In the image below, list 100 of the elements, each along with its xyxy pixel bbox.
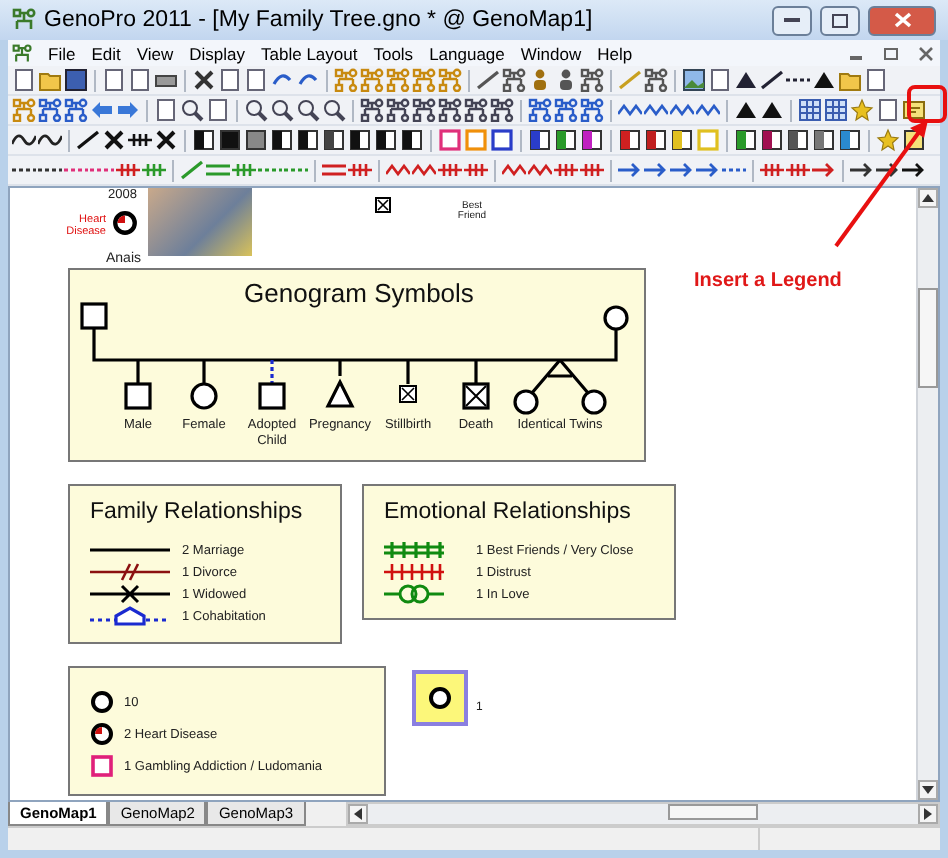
scroll-up-button[interactable] bbox=[918, 188, 938, 208]
tree-icon[interactable] bbox=[464, 98, 488, 122]
scrollbar-thumb[interactable] bbox=[918, 288, 938, 388]
tree-icon[interactable] bbox=[386, 98, 410, 122]
zigzag-line-icon[interactable] bbox=[618, 98, 642, 122]
left-arrow-icon[interactable] bbox=[90, 98, 114, 122]
horizontal-scroll-thumb[interactable] bbox=[668, 804, 758, 820]
picture-icon[interactable] bbox=[682, 68, 706, 92]
square-icon[interactable] bbox=[490, 128, 514, 152]
tree-icon[interactable] bbox=[580, 68, 604, 92]
half-filled-square-icon[interactable] bbox=[838, 128, 862, 152]
tree-icon[interactable] bbox=[580, 98, 604, 122]
tree-icon[interactable] bbox=[644, 68, 668, 92]
square-icon[interactable] bbox=[438, 128, 462, 152]
menu-item[interactable]: Display bbox=[189, 43, 246, 63]
line-icon[interactable] bbox=[76, 128, 100, 152]
page-icon[interactable] bbox=[244, 68, 268, 92]
zigzag-line-icon[interactable] bbox=[696, 98, 720, 122]
arrow-line-icon[interactable] bbox=[850, 158, 874, 182]
tree-icon[interactable] bbox=[528, 98, 552, 122]
search-icon[interactable] bbox=[270, 98, 294, 122]
page-icon[interactable] bbox=[206, 98, 230, 122]
triangle-icon[interactable] bbox=[734, 98, 758, 122]
triangle-icon[interactable] bbox=[812, 68, 836, 92]
scroll-down-button[interactable] bbox=[918, 780, 938, 800]
tree-icon[interactable] bbox=[64, 98, 88, 122]
maximize-button[interactable] bbox=[820, 5, 860, 35]
half-filled-square-icon[interactable] bbox=[812, 128, 836, 152]
half-filled-square-icon[interactable] bbox=[192, 128, 216, 152]
half-filled-square-icon[interactable] bbox=[322, 128, 346, 152]
grid-icon[interactable] bbox=[824, 98, 848, 122]
half-filled-square-icon[interactable] bbox=[528, 128, 552, 152]
cross-icon[interactable] bbox=[102, 128, 126, 152]
half-filled-square-icon[interactable] bbox=[734, 128, 758, 152]
grid-icon[interactable] bbox=[798, 98, 822, 122]
arrow-line-icon[interactable] bbox=[902, 158, 926, 182]
person-icon[interactable] bbox=[554, 68, 578, 92]
half-filled-square-icon[interactable] bbox=[270, 128, 294, 152]
menu-item[interactable]: Table Layout bbox=[261, 43, 358, 63]
scroll-left-button[interactable] bbox=[347, 804, 368, 824]
tree-icon[interactable] bbox=[38, 98, 62, 122]
half-filled-square-icon[interactable] bbox=[670, 128, 694, 152]
star-icon[interactable] bbox=[850, 98, 874, 122]
menu-item[interactable]: Edit bbox=[91, 43, 121, 63]
search-icon[interactable] bbox=[244, 98, 268, 122]
hatched-line-icon[interactable] bbox=[128, 128, 152, 152]
close-icon[interactable] bbox=[918, 45, 936, 61]
page-icon[interactable] bbox=[128, 68, 152, 92]
filled-square-icon[interactable] bbox=[218, 128, 242, 152]
search-icon[interactable] bbox=[296, 98, 320, 122]
tree-icon[interactable] bbox=[490, 98, 514, 122]
wave-line-icon[interactable] bbox=[38, 128, 62, 152]
menu-item[interactable]: File bbox=[48, 43, 76, 63]
half-filled-square-icon[interactable] bbox=[374, 128, 398, 152]
menu-item[interactable]: Language bbox=[429, 43, 505, 63]
zigzag-line-icon[interactable] bbox=[528, 158, 552, 182]
page-icon[interactable] bbox=[218, 68, 242, 92]
page-icon[interactable] bbox=[708, 68, 732, 92]
page-icon[interactable] bbox=[102, 68, 126, 92]
page-icon[interactable] bbox=[12, 68, 36, 92]
half-filled-square-icon[interactable] bbox=[554, 128, 578, 152]
half-filled-square-icon[interactable] bbox=[760, 128, 784, 152]
half-filled-square-icon[interactable] bbox=[400, 128, 424, 152]
page-icon[interactable] bbox=[154, 98, 178, 122]
search-icon[interactable] bbox=[180, 98, 204, 122]
zigzag-line-icon[interactable] bbox=[670, 98, 694, 122]
menu-item[interactable]: Window bbox=[520, 43, 582, 63]
zigzag-line-icon[interactable] bbox=[502, 158, 526, 182]
half-filled-square-icon[interactable] bbox=[644, 128, 668, 152]
menu-item[interactable]: Help bbox=[597, 43, 633, 63]
restore-icon[interactable] bbox=[884, 45, 902, 61]
zigzag-line-icon[interactable] bbox=[412, 158, 436, 182]
page-icon[interactable] bbox=[876, 98, 900, 122]
tree-icon[interactable] bbox=[438, 98, 462, 122]
wave-line-icon[interactable] bbox=[12, 128, 36, 152]
triangle-icon[interactable] bbox=[760, 98, 784, 122]
zigzag-line-icon[interactable] bbox=[644, 98, 668, 122]
half-filled-square-icon[interactable] bbox=[618, 128, 642, 152]
zigzag-line-icon[interactable] bbox=[386, 158, 410, 182]
triangle-icon[interactable] bbox=[734, 68, 758, 92]
cross-icon[interactable] bbox=[192, 68, 216, 92]
close-button[interactable] bbox=[868, 5, 936, 35]
half-filled-square-icon[interactable] bbox=[580, 128, 604, 152]
tree-icon[interactable] bbox=[502, 68, 526, 92]
right-arrow-icon[interactable] bbox=[116, 98, 140, 122]
half-filled-square-icon[interactable] bbox=[786, 128, 810, 152]
search-icon[interactable] bbox=[322, 98, 346, 122]
star-icon[interactable] bbox=[876, 128, 900, 152]
filled-square-icon[interactable] bbox=[244, 128, 268, 152]
line-icon[interactable] bbox=[476, 68, 500, 92]
tree-icon[interactable] bbox=[554, 98, 578, 122]
tree-icon[interactable] bbox=[360, 98, 384, 122]
menu-item[interactable]: View bbox=[136, 43, 174, 63]
arrow-line-icon[interactable] bbox=[876, 158, 900, 182]
cross-icon[interactable] bbox=[154, 128, 178, 152]
tree-icon[interactable] bbox=[412, 98, 436, 122]
line-icon[interactable] bbox=[760, 68, 784, 92]
minimize-button[interactable] bbox=[772, 5, 812, 35]
person-icon[interactable] bbox=[528, 68, 552, 92]
menu-item[interactable]: Tools bbox=[373, 43, 414, 63]
